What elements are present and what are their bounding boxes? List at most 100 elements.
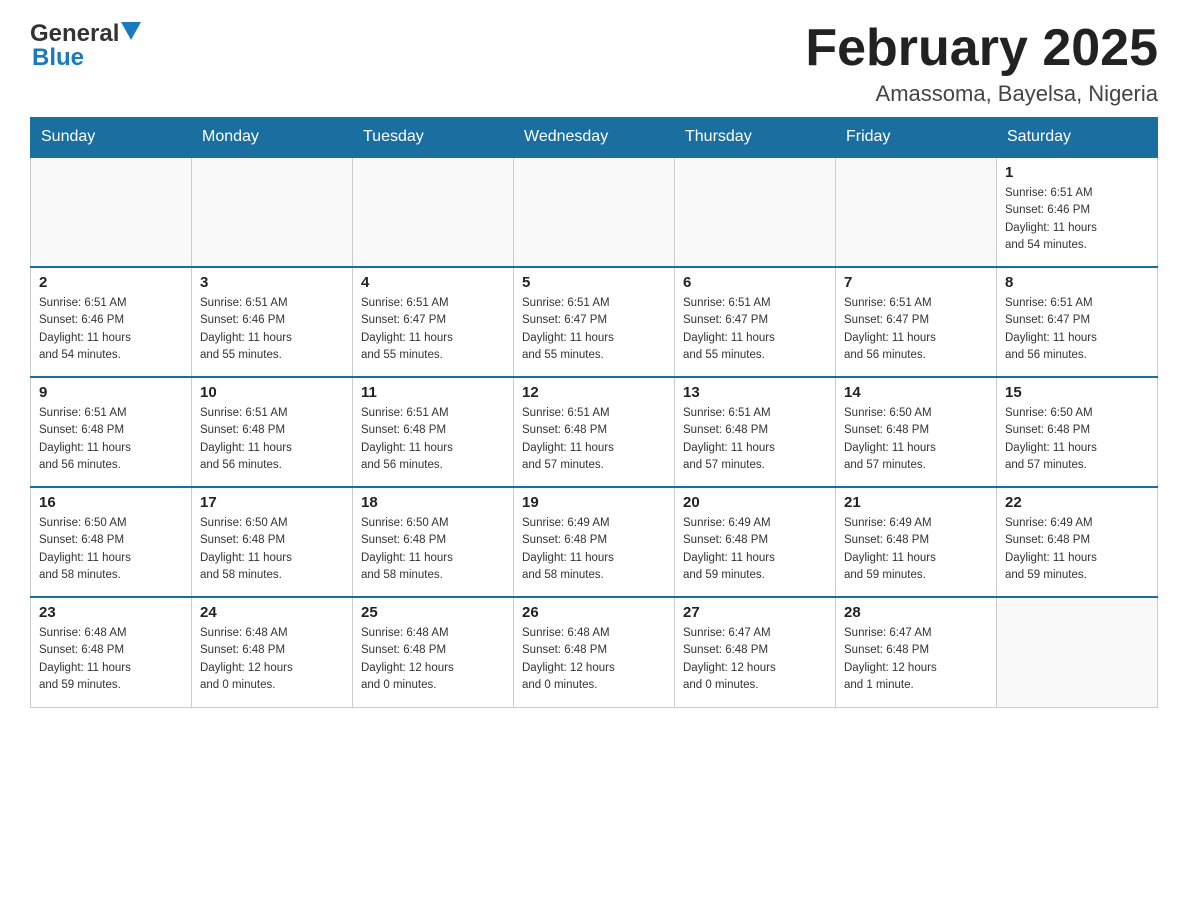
title-area: February 2025 Amassoma, Bayelsa, Nigeria bbox=[805, 20, 1158, 107]
day-info: Sunrise: 6:51 AM Sunset: 6:48 PM Dayligh… bbox=[683, 405, 827, 474]
page-header: General Blue February 2025 Amassoma, Bay… bbox=[30, 20, 1158, 107]
calendar-week-4: 16 Sunrise: 6:50 AM Sunset: 6:48 PM Dayli… bbox=[31, 487, 1158, 597]
day-info: Sunrise: 6:49 AM Sunset: 6:48 PM Dayligh… bbox=[844, 515, 988, 584]
calendar-table: SundayMondayTuesdayWednesdayThursdayFrid… bbox=[30, 117, 1158, 708]
day-info: Sunrise: 6:48 AM Sunset: 6:48 PM Dayligh… bbox=[39, 625, 183, 694]
day-number: 23 bbox=[39, 604, 183, 621]
weekday-header-friday: Friday bbox=[836, 118, 997, 158]
day-number: 2 bbox=[39, 274, 183, 291]
weekday-header-row: SundayMondayTuesdayWednesdayThursdayFrid… bbox=[31, 118, 1158, 158]
calendar-cell bbox=[514, 157, 675, 267]
calendar-cell: 9 Sunrise: 6:51 AM Sunset: 6:48 PM Daylig… bbox=[31, 377, 192, 487]
month-title: February 2025 bbox=[805, 20, 1158, 77]
day-number: 9 bbox=[39, 384, 183, 401]
calendar-cell: 2 Sunrise: 6:51 AM Sunset: 6:46 PM Daylig… bbox=[31, 267, 192, 377]
day-number: 21 bbox=[844, 494, 988, 511]
calendar-body: 1 Sunrise: 6:51 AM Sunset: 6:46 PM Daylig… bbox=[31, 157, 1158, 707]
day-info: Sunrise: 6:51 AM Sunset: 6:48 PM Dayligh… bbox=[39, 405, 183, 474]
calendar-cell bbox=[997, 597, 1158, 707]
day-info: Sunrise: 6:50 AM Sunset: 6:48 PM Dayligh… bbox=[39, 515, 183, 584]
day-number: 25 bbox=[361, 604, 505, 621]
calendar-cell: 26Sunrise: 6:48 AM Sunset: 6:48 PM Dayli… bbox=[514, 597, 675, 707]
calendar-cell: 11 Sunrise: 6:51 AM Sunset: 6:48 PM Dayli… bbox=[353, 377, 514, 487]
calendar-cell: 21 Sunrise: 6:49 AM Sunset: 6:48 PM Dayli… bbox=[836, 487, 997, 597]
day-number: 3 bbox=[200, 274, 344, 291]
day-info: Sunrise: 6:51 AM Sunset: 6:46 PM Dayligh… bbox=[39, 295, 183, 364]
calendar-cell: 28Sunrise: 6:47 AM Sunset: 6:48 PM Dayli… bbox=[836, 597, 997, 707]
calendar-cell: 5 Sunrise: 6:51 AM Sunset: 6:47 PM Daylig… bbox=[514, 267, 675, 377]
day-info: Sunrise: 6:47 AM Sunset: 6:48 PM Dayligh… bbox=[683, 625, 827, 694]
day-number: 15 bbox=[1005, 384, 1149, 401]
day-info: Sunrise: 6:47 AM Sunset: 6:48 PM Dayligh… bbox=[844, 625, 988, 694]
day-number: 4 bbox=[361, 274, 505, 291]
day-number: 27 bbox=[683, 604, 827, 621]
day-info: Sunrise: 6:49 AM Sunset: 6:48 PM Dayligh… bbox=[522, 515, 666, 584]
calendar-cell: 7Sunrise: 6:51 AM Sunset: 6:47 PM Daylig… bbox=[836, 267, 997, 377]
calendar-cell: 8 Sunrise: 6:51 AM Sunset: 6:47 PM Daylig… bbox=[997, 267, 1158, 377]
calendar-cell bbox=[192, 157, 353, 267]
day-number: 20 bbox=[683, 494, 827, 511]
calendar-cell: 16 Sunrise: 6:50 AM Sunset: 6:48 PM Dayli… bbox=[31, 487, 192, 597]
day-number: 8 bbox=[1005, 274, 1149, 291]
day-number: 19 bbox=[522, 494, 666, 511]
day-info: Sunrise: 6:51 AM Sunset: 6:47 PM Dayligh… bbox=[683, 295, 827, 364]
calendar-cell: 27 Sunrise: 6:47 AM Sunset: 6:48 PM Dayli… bbox=[675, 597, 836, 707]
day-number: 17 bbox=[200, 494, 344, 511]
weekday-header-thursday: Thursday bbox=[675, 118, 836, 158]
day-info: Sunrise: 6:51 AM Sunset: 6:47 PM Dayligh… bbox=[522, 295, 666, 364]
calendar-week-2: 2 Sunrise: 6:51 AM Sunset: 6:46 PM Daylig… bbox=[31, 267, 1158, 377]
calendar-cell: 20 Sunrise: 6:49 AM Sunset: 6:48 PM Dayli… bbox=[675, 487, 836, 597]
calendar-cell bbox=[836, 157, 997, 267]
calendar-cell: 17 Sunrise: 6:50 AM Sunset: 6:48 PM Dayli… bbox=[192, 487, 353, 597]
calendar-cell: 22Sunrise: 6:49 AM Sunset: 6:48 PM Dayli… bbox=[997, 487, 1158, 597]
day-number: 11 bbox=[361, 384, 505, 401]
day-info: Sunrise: 6:48 AM Sunset: 6:48 PM Dayligh… bbox=[522, 625, 666, 694]
day-number: 24 bbox=[200, 604, 344, 621]
logo-triangle-icon bbox=[121, 22, 141, 42]
day-info: Sunrise: 6:50 AM Sunset: 6:48 PM Dayligh… bbox=[844, 405, 988, 474]
day-number: 10 bbox=[200, 384, 344, 401]
calendar-cell: 1 Sunrise: 6:51 AM Sunset: 6:46 PM Daylig… bbox=[997, 157, 1158, 267]
day-info: Sunrise: 6:51 AM Sunset: 6:46 PM Dayligh… bbox=[1005, 185, 1149, 254]
weekday-header-wednesday: Wednesday bbox=[514, 118, 675, 158]
day-info: Sunrise: 6:50 AM Sunset: 6:48 PM Dayligh… bbox=[200, 515, 344, 584]
calendar-cell: 3Sunrise: 6:51 AM Sunset: 6:46 PM Daylig… bbox=[192, 267, 353, 377]
day-info: Sunrise: 6:48 AM Sunset: 6:48 PM Dayligh… bbox=[200, 625, 344, 694]
day-number: 18 bbox=[361, 494, 505, 511]
calendar-cell: 23 Sunrise: 6:48 AM Sunset: 6:48 PM Dayli… bbox=[31, 597, 192, 707]
calendar-cell: 10 Sunrise: 6:51 AM Sunset: 6:48 PM Dayli… bbox=[192, 377, 353, 487]
logo-area: General Blue bbox=[30, 20, 141, 72]
day-number: 5 bbox=[522, 274, 666, 291]
day-info: Sunrise: 6:51 AM Sunset: 6:48 PM Dayligh… bbox=[200, 405, 344, 474]
calendar-week-5: 23 Sunrise: 6:48 AM Sunset: 6:48 PM Dayli… bbox=[31, 597, 1158, 707]
day-info: Sunrise: 6:49 AM Sunset: 6:48 PM Dayligh… bbox=[1005, 515, 1149, 584]
day-info: Sunrise: 6:51 AM Sunset: 6:47 PM Dayligh… bbox=[1005, 295, 1149, 364]
calendar-cell: 6Sunrise: 6:51 AM Sunset: 6:47 PM Daylig… bbox=[675, 267, 836, 377]
weekday-header-monday: Monday bbox=[192, 118, 353, 158]
day-number: 13 bbox=[683, 384, 827, 401]
day-info: Sunrise: 6:51 AM Sunset: 6:48 PM Dayligh… bbox=[361, 405, 505, 474]
logo-blue-text: Blue bbox=[32, 44, 84, 72]
day-info: Sunrise: 6:49 AM Sunset: 6:48 PM Dayligh… bbox=[683, 515, 827, 584]
calendar-cell: 14Sunrise: 6:50 AM Sunset: 6:48 PM Dayli… bbox=[836, 377, 997, 487]
calendar-week-1: 1 Sunrise: 6:51 AM Sunset: 6:46 PM Daylig… bbox=[31, 157, 1158, 267]
calendar-cell: 12 Sunrise: 6:51 AM Sunset: 6:48 PM Dayli… bbox=[514, 377, 675, 487]
calendar-header: SundayMondayTuesdayWednesdayThursdayFrid… bbox=[31, 118, 1158, 158]
day-number: 12 bbox=[522, 384, 666, 401]
day-info: Sunrise: 6:51 AM Sunset: 6:47 PM Dayligh… bbox=[844, 295, 988, 364]
day-number: 16 bbox=[39, 494, 183, 511]
day-number: 1 bbox=[1005, 164, 1149, 181]
calendar-cell: 4 Sunrise: 6:51 AM Sunset: 6:47 PM Daylig… bbox=[353, 267, 514, 377]
calendar-cell bbox=[31, 157, 192, 267]
day-info: Sunrise: 6:50 AM Sunset: 6:48 PM Dayligh… bbox=[361, 515, 505, 584]
calendar-cell: 19 Sunrise: 6:49 AM Sunset: 6:48 PM Dayli… bbox=[514, 487, 675, 597]
day-info: Sunrise: 6:51 AM Sunset: 6:47 PM Dayligh… bbox=[361, 295, 505, 364]
day-info: Sunrise: 6:50 AM Sunset: 6:48 PM Dayligh… bbox=[1005, 405, 1149, 474]
day-info: Sunrise: 6:51 AM Sunset: 6:48 PM Dayligh… bbox=[522, 405, 666, 474]
weekday-header-saturday: Saturday bbox=[997, 118, 1158, 158]
calendar-cell: 25Sunrise: 6:48 AM Sunset: 6:48 PM Dayli… bbox=[353, 597, 514, 707]
weekday-header-sunday: Sunday bbox=[31, 118, 192, 158]
location-subtitle: Amassoma, Bayelsa, Nigeria bbox=[805, 81, 1158, 107]
calendar-cell: 15 Sunrise: 6:50 AM Sunset: 6:48 PM Dayli… bbox=[997, 377, 1158, 487]
calendar-cell: 18 Sunrise: 6:50 AM Sunset: 6:48 PM Dayli… bbox=[353, 487, 514, 597]
